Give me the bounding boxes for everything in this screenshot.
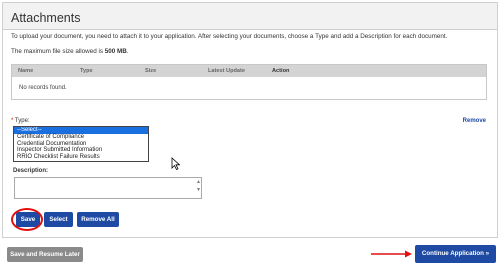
max-file-size-text: The maximum file size allowed is 500 MB. [11,48,129,55]
max-size-prefix: The maximum file size allowed is [11,48,104,55]
panel-title: Attachments [11,11,81,25]
max-size-value: 500 MB [104,48,127,55]
empty-message: No records found. [19,85,67,91]
type-label-text: Type: [14,118,30,124]
description-field[interactable] [14,177,202,199]
required-mark: * [11,118,14,124]
panel-header: Attachments [3,3,497,30]
table-header: Name Type Size Latest Update Action [12,65,486,77]
remove-link[interactable]: Remove [463,118,486,124]
continue-application-button[interactable]: Continue Application » [415,245,496,263]
instructions-text: To upload your document, you need to att… [11,33,448,40]
column-header-latest-update[interactable]: Latest Update [208,68,245,74]
column-header-action: Action [272,68,290,74]
remove-all-button[interactable]: Remove All [77,212,119,227]
type-option-inspector-submitted-information[interactable]: Inspector Submitted Information [14,147,148,154]
column-header-type[interactable]: Type [80,68,93,74]
type-option-rrio-checklist-failure-results[interactable]: RRIO Checklist Failure Results [14,154,148,161]
red-arrow-icon [371,250,412,258]
attachments-table: Name Type Size Latest Update Action No r… [11,64,487,100]
column-header-size[interactable]: Size [145,68,156,74]
select-button[interactable]: Select [44,212,73,227]
type-option-select[interactable]: --Select-- [14,127,148,134]
description-scrollbar[interactable]: ▲ ▼ [196,178,201,198]
column-header-name[interactable]: Name [18,68,33,74]
type-select-list[interactable]: --Select-- Certificate of Compliance Cre… [13,126,149,162]
type-option-certificate-of-compliance[interactable]: Certificate of Compliance [14,134,148,141]
description-label: Description: [13,168,49,174]
type-label: * Type: [11,118,30,124]
max-size-suffix: . [126,48,129,55]
save-and-resume-later-button[interactable]: Save and Resume Later [7,247,83,262]
save-button-highlight [11,208,43,231]
table-body: No records found. [12,77,486,100]
type-option-credential-documentation[interactable]: Credential Documentation [14,141,148,148]
mouse-pointer-icon [171,157,180,170]
